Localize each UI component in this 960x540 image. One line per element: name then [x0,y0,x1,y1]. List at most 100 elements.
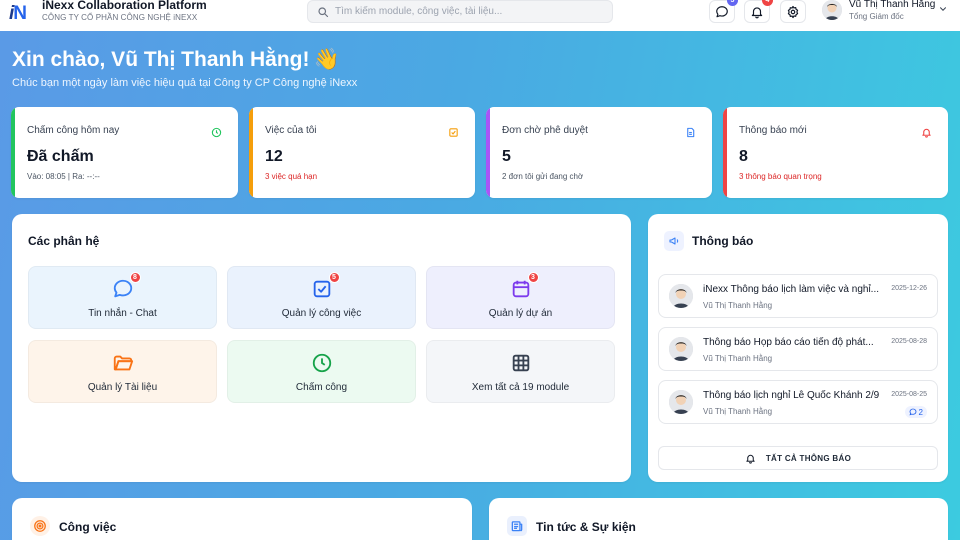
stat-label: Đơn chờ phê duyệt [502,125,588,136]
module-view-all[interactable]: Xem tất cả 19 module [426,340,615,403]
notification-title: Thông báo lịch nghỉ Lễ Quốc Khánh 2/9 [703,390,880,401]
module-label: Xem tất cả 19 module [471,382,570,393]
newspaper-icon [507,516,527,536]
bell-icon [746,454,755,464]
module-attendance[interactable]: Chấm công [227,340,416,403]
notification-author: Vũ Thị Thanh Hằng [703,407,773,416]
settings-button[interactable] [780,0,806,23]
notification-item[interactable]: Thông báo Họp báo cáo tiến độ phát... Vũ… [658,327,938,371]
module-badge: 3 [527,272,539,283]
megaphone-icon [664,231,684,251]
user-menu[interactable]: Vũ Thị Thanh Hằng Tổng Giám đốc [822,0,946,24]
logo-letter-n: N [13,3,28,24]
stat-accent-bar [11,107,15,198]
stat-label: Thông báo mới [739,125,807,136]
notification-title: iNexx Thông báo lịch làm việc và nghỉ... [703,284,880,295]
stat-value: Đã chấm [27,148,94,165]
notification-author: Vũ Thị Thanh Hằng [703,354,773,363]
module-label: Quản lý Tài liệu [87,382,158,393]
work-panel: Công việc [12,498,472,540]
module-chat[interactable]: 8 Tin nhắn - Chat [28,266,217,329]
module-badge: 5 [328,272,340,283]
notification-author: Vũ Thị Thanh Hằng [703,301,773,310]
user-avatar [822,0,842,20]
greeting-heading: Xin chào, Vũ Thị Thanh Hằng! 👋 [12,48,340,72]
clock-icon [312,353,331,373]
chat-icon [113,279,132,298]
notifications-panel: Thông báo iNexx Thông báo lịch làm việc … [648,214,948,482]
stat-sub: 2 đơn tôi gửi đang chờ [502,172,584,181]
wave-emoji: 👋 [313,48,340,71]
all-notifications-button[interactable]: TẤT CẢ THÔNG BÁO [658,446,938,470]
news-title: Tin tức & Sự kiện [536,520,636,534]
module-project-management[interactable]: 3 Quản lý dự án [426,266,615,329]
notification-date: 2025-08-28 [891,338,927,345]
app-logo[interactable]: iN [9,2,31,24]
stat-label: Chấm công hôm nay [27,125,120,136]
notifications-title: Thông báo [692,234,754,248]
top-bar: iN iNexx Collaboration Platform CÔNG TY … [0,0,960,31]
module-badge: 8 [129,272,141,283]
author-avatar [669,284,693,308]
notification-date: 2025-08-25 [891,391,927,398]
module-task-management[interactable]: 5 Quản lý công việc [227,266,416,329]
notification-title: Thông báo Họp báo cáo tiến độ phát... [703,337,874,348]
grid-icon [512,354,529,372]
stat-value: 5 [502,148,511,165]
stat-accent-bar [723,107,727,198]
notification-date: 2025-12-26 [891,285,927,292]
target-icon [30,516,50,536]
comment-count-value: 2 [918,407,923,417]
stat-accent-bar [249,107,253,198]
app-title: iNexx Collaboration Platform [42,0,207,12]
all-notifications-label: TẤT CẢ THÔNG BÁO [765,453,852,463]
task-check-icon [313,280,330,298]
bell-badge: 4 [762,0,773,6]
stat-card-new-notifications[interactable]: Thông báo mới 8 3 thông báo quan trọng [723,107,948,198]
chat-icon [716,5,728,17]
stat-label: Việc của tôi [265,125,317,136]
company-name: CÔNG TY CỔ PHẦN CÔNG NGHỆ iNEXX [42,13,198,22]
stat-sub: Vào: 08:05 | Ra: --:-- [27,172,100,181]
stat-value: 12 [265,148,283,165]
comment-count[interactable]: 2 [904,406,927,418]
dashboard-hero: Xin chào, Vũ Thị Thanh Hằng! 👋 Chúc bạn m… [0,31,960,540]
bell-icon [751,6,763,18]
stat-card-attendance[interactable]: Chấm công hôm nay Đã chấm Vào: 08:05 | R… [11,107,238,198]
stat-sub: 3 việc quá hạn [265,172,318,181]
stat-card-my-tasks[interactable]: Việc của tôi 12 3 việc quá hạn [249,107,475,198]
notification-item[interactable]: Thông báo lịch nghỉ Lễ Quốc Khánh 2/9 Vũ… [658,380,938,424]
stat-value: 8 [739,148,748,165]
notifications-button[interactable]: 4 [744,0,773,23]
calendar-icon [512,280,529,298]
bell-icon [922,128,931,138]
user-name: Vũ Thị Thanh Hằng [849,0,936,10]
search-input[interactable] [335,6,605,17]
checkbox-icon [449,128,458,137]
author-avatar [669,337,693,361]
stat-accent-bar [486,107,490,198]
stat-card-pending-approvals[interactable]: Đơn chờ phê duyệt 5 2 đơn tôi gửi đang c… [486,107,712,198]
document-icon [687,127,695,138]
search-bar[interactable] [307,0,613,23]
stat-sub: 3 thông báo quan trọng [739,172,822,181]
clock-icon [211,127,222,138]
module-label: Quản lý dự án [488,308,553,319]
notification-item[interactable]: iNexx Thông báo lịch làm việc và nghỉ...… [658,274,938,318]
module-label: Tin nhắn - Chat [88,308,157,319]
chat-badge: 5 [727,0,738,6]
folder-icon [113,355,133,371]
chevron-down-icon [940,7,946,11]
chat-button[interactable]: 5 [709,0,738,23]
news-panel: Tin tức & Sự kiện [489,498,948,540]
gear-icon [787,5,799,18]
module-label: Quản lý công việc [281,308,362,319]
modules-panel: Các phân hệ 8 Tin nhắn - Chat 5 Quản lý … [12,214,631,482]
greeting-text: Xin chào, Vũ Thị Thanh Hằng! [12,48,310,71]
author-avatar [669,390,693,414]
search-icon [318,6,329,17]
module-document-management[interactable]: Quản lý Tài liệu [28,340,217,403]
work-title: Công việc [59,520,117,534]
modules-title: Các phân hệ [28,234,100,248]
comment-icon [909,408,916,416]
